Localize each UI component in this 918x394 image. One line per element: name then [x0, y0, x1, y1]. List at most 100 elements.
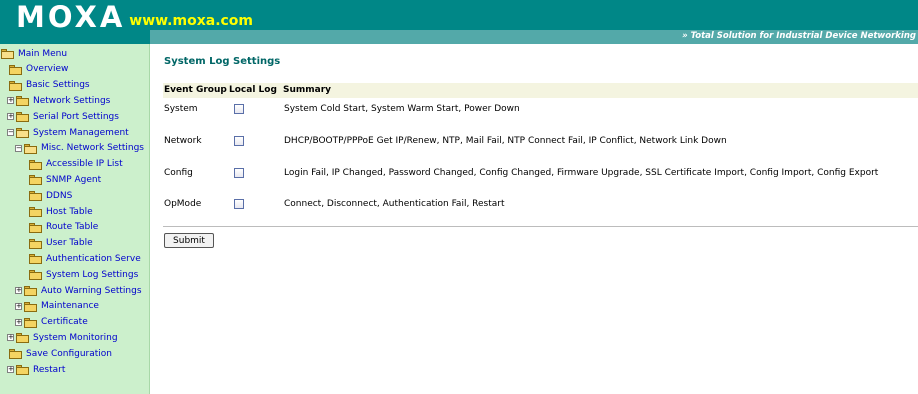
- sidebar-item-main-menu[interactable]: Main Menu: [0, 46, 67, 61]
- sidebar-item-label: Overview: [26, 64, 69, 75]
- table-row: System System Cold Start, System Warm Sta…: [150, 101, 918, 117]
- folder-open-icon: [23, 143, 38, 154]
- folder-icon: [28, 253, 43, 265]
- sidebar-item-overview[interactable]: Overview: [8, 62, 68, 77]
- local-log-checkbox[interactable]: [234, 199, 244, 209]
- sidebar-item-system-monitoring[interactable]: + System Monitoring: [7, 330, 118, 345]
- sidebar-item-route-table[interactable]: Route Table: [28, 220, 98, 235]
- expand-plus-icon[interactable]: +: [7, 97, 14, 105]
- folder-icon: [15, 111, 30, 123]
- event-summary: DHCP/BOOTP/PPPoE Get IP/Renew, NTP, Mail…: [284, 136, 727, 146]
- folder-open-icon: [0, 48, 15, 59]
- sidebar-item-label: Authentication Serve: [46, 253, 141, 264]
- sidebar-item-host-table[interactable]: Host Table: [28, 204, 93, 219]
- event-group-name: Config: [164, 168, 193, 178]
- sidebar-item-label: SNMP Agent: [46, 174, 102, 185]
- folder-icon: [28, 174, 43, 186]
- sidebar-item-maintenance[interactable]: + Maintenance: [15, 299, 99, 314]
- sidebar-item-accessible-ip-list[interactable]: Accessible IP List: [28, 157, 123, 172]
- sidebar-item-label: System Management: [33, 127, 129, 138]
- folder-icon: [8, 80, 23, 91]
- expand-plus-icon[interactable]: +: [15, 318, 22, 326]
- moxa-logo: MOXA www.moxa.com: [16, 2, 253, 32]
- sidebar-item-misc-network-settings[interactable]: − Misc. Network Settings: [15, 141, 144, 156]
- sidebar-item-save-configuration[interactable]: Save Configuration: [8, 346, 112, 361]
- folder-icon: [23, 285, 38, 296]
- submit-button[interactable]: Submit: [164, 233, 214, 248]
- local-log-checkbox[interactable]: [234, 104, 244, 114]
- collapse-minus-icon[interactable]: −: [7, 129, 14, 136]
- sidebar-item-network-settings[interactable]: + Network Settings: [7, 93, 110, 108]
- sidebar-item-label: DDNS: [46, 190, 73, 201]
- event-summary: Connect, Disconnect, Authentication Fail…: [284, 199, 505, 209]
- sidebar-item-restart[interactable]: + Restart: [7, 362, 65, 377]
- folder-icon: [28, 206, 43, 217]
- tagline-bar: » Total Solution for Industrial Device N…: [150, 30, 918, 44]
- collapse-minus-icon[interactable]: −: [15, 144, 22, 152]
- sidebar-item-user-table[interactable]: User Table: [28, 236, 93, 251]
- folder-icon: [23, 301, 38, 312]
- table-row: Config Login Fail, IP Changed, Password C…: [150, 165, 918, 181]
- sidebar-item-snmp-agent[interactable]: SNMP Agent: [28, 172, 101, 187]
- folder-icon: [28, 238, 43, 249]
- event-summary: Login Fail, IP Changed, Password Changed…: [284, 168, 879, 178]
- logo-text: MOXA: [16, 0, 126, 34]
- expand-plus-icon[interactable]: +: [7, 113, 14, 121]
- sidebar-item-label: Accessible IP List: [46, 159, 123, 170]
- sidebar-item-system-management[interactable]: − System Management: [7, 125, 129, 140]
- folder-icon: [28, 190, 43, 202]
- sidebar-item-label: Maintenance: [41, 301, 99, 312]
- sidebar-item-label: Route Table: [46, 222, 99, 233]
- sidebar-item-label: Certificate: [41, 317, 88, 328]
- expand-plus-icon[interactable]: +: [7, 334, 14, 342]
- event-group-name: Network: [164, 136, 202, 146]
- sidebar-item-label: Restart: [33, 364, 66, 375]
- sidebar-item-label: System Log Settings: [46, 269, 139, 280]
- folder-icon: [23, 317, 38, 328]
- sidebar-item-ddns[interactable]: DDNS: [28, 188, 72, 203]
- local-log-checkbox[interactable]: [234, 136, 244, 146]
- sidebar-item-label: Save Configuration: [26, 348, 112, 359]
- page-title: System Log Settings: [164, 56, 281, 67]
- folder-open-icon: [15, 127, 30, 138]
- folder-icon: [15, 95, 30, 107]
- table-row: OpMode Connect, Disconnect, Authenticatio…: [150, 196, 918, 212]
- folder-icon: [28, 159, 43, 170]
- tagline: » Total Solution for Industrial Device N…: [682, 31, 916, 41]
- sidebar-item-label: Misc. Network Settings: [41, 143, 144, 154]
- local-log-checkbox[interactable]: [234, 168, 244, 178]
- sidebar-menu: Main Menu Overview Basic Settings + Network …: [0, 44, 150, 394]
- expand-plus-icon[interactable]: +: [15, 302, 22, 310]
- sidebar-item-auto-warning-settings[interactable]: + Auto Warning Settings: [15, 283, 142, 298]
- sidebar-item-basic-settings[interactable]: Basic Settings: [8, 78, 90, 93]
- expand-plus-icon[interactable]: +: [7, 366, 14, 373]
- expand-plus-icon[interactable]: +: [15, 287, 22, 294]
- sidebar-item-label: Basic Settings: [26, 80, 90, 91]
- folder-icon: [8, 348, 23, 360]
- folder-icon: [8, 64, 23, 75]
- sidebar-item-system-log-settings[interactable]: System Log Settings: [28, 267, 138, 282]
- column-header-local-log: Local Log: [229, 85, 277, 95]
- sidebar-item-certificate[interactable]: + Certificate: [15, 315, 88, 330]
- header-banner: MOXA www.moxa.com » Total Solution for I…: [0, 0, 918, 44]
- event-group-name: OpMode: [164, 199, 202, 209]
- logo-url: www.moxa.com: [129, 13, 254, 29]
- sidebar-item-label: Host Table: [46, 206, 93, 217]
- divider: [163, 226, 918, 227]
- event-summary: System Cold Start, System Warm Start, Po…: [284, 104, 520, 114]
- sidebar-item-serial-port-settings[interactable]: + Serial Port Settings: [7, 109, 119, 124]
- main-content: System Log Settings Event Group Local Lo…: [150, 44, 918, 394]
- column-header-summary: Summary: [283, 85, 332, 95]
- folder-icon: [28, 222, 43, 233]
- sidebar-item-label: Network Settings: [33, 95, 111, 106]
- sidebar-item-label: Main Menu: [18, 48, 68, 59]
- event-group-name: System: [164, 104, 198, 114]
- sidebar-item-authentication-serve[interactable]: Authentication Serve: [28, 251, 141, 266]
- column-header-event-group: Event Group: [164, 85, 227, 95]
- sidebar-item-label: Auto Warning Settings: [41, 285, 142, 296]
- folder-icon: [15, 364, 30, 375]
- table-header: Event Group Local Log Summary: [163, 83, 918, 98]
- folder-icon: [15, 332, 30, 344]
- sidebar-item-label: Serial Port Settings: [33, 111, 119, 122]
- sidebar-item-label: User Table: [46, 238, 93, 249]
